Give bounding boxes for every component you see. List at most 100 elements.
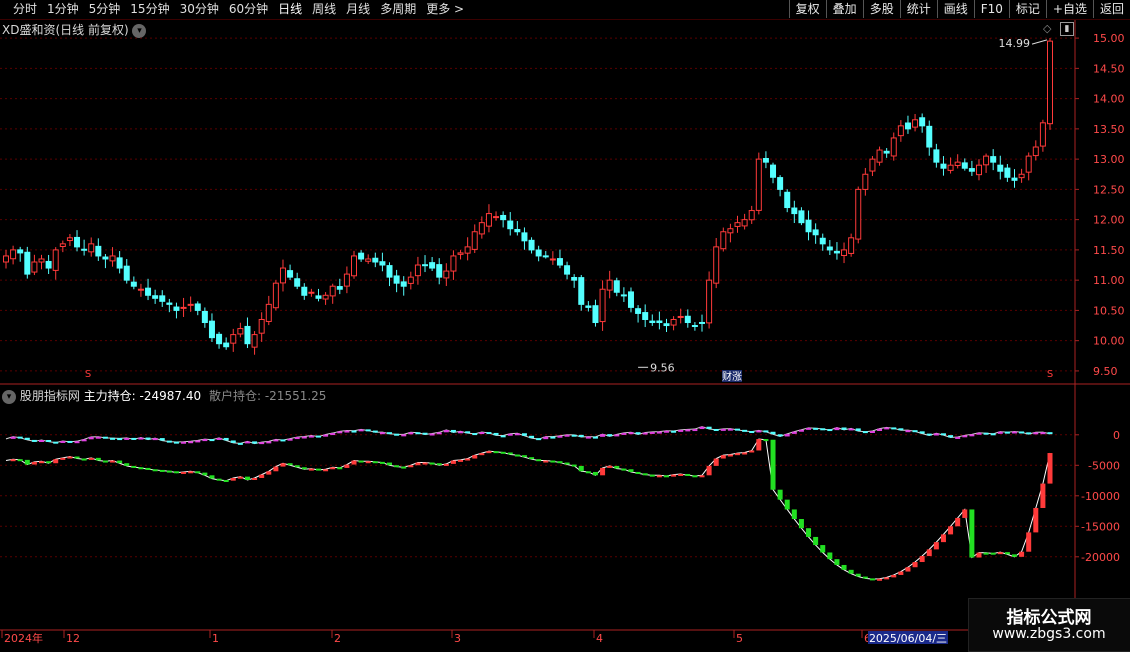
retail-bar xyxy=(742,429,748,432)
main-bar xyxy=(223,480,229,483)
candle-body xyxy=(95,245,102,257)
action-button[interactable]: 复权 xyxy=(788,0,826,18)
retail-bar xyxy=(173,441,179,444)
candle-body xyxy=(521,232,528,242)
candle-body xyxy=(24,251,31,275)
candle-body xyxy=(848,237,855,254)
candle-body xyxy=(748,210,755,221)
retail-bar xyxy=(195,440,201,443)
main-bar xyxy=(919,556,925,563)
indicator-tick-label: 0 xyxy=(1113,429,1120,442)
main-bar xyxy=(202,472,208,476)
candle-body xyxy=(315,295,322,299)
retail-bar xyxy=(997,431,1003,434)
stock-chart[interactable]: 9.50 10.00 10.50 11.00 11.50 12.00 12.50 13.00 1… xyxy=(0,20,1130,650)
retail-bar xyxy=(1011,431,1017,434)
main-bar xyxy=(429,462,435,465)
retail-bar xyxy=(578,434,584,438)
action-button[interactable]: 统计 xyxy=(899,0,937,18)
diamond-icon[interactable]: ◇ xyxy=(1043,22,1051,35)
candle-body xyxy=(549,258,556,261)
main-bar xyxy=(273,466,279,472)
action-button[interactable]: +自选 xyxy=(1045,0,1093,18)
period-tab[interactable]: 日线 xyxy=(273,2,307,17)
period-tab[interactable]: 更多 > xyxy=(421,2,469,17)
retail-bar xyxy=(74,441,80,444)
price-tick-label: 15.00 xyxy=(1093,32,1125,45)
retail-bar xyxy=(727,428,733,431)
retail-bar xyxy=(465,431,471,434)
candle-body xyxy=(904,122,911,130)
main-bar xyxy=(287,463,293,466)
retail-bar xyxy=(436,432,442,435)
period-tab[interactable]: 多周期 xyxy=(375,2,421,17)
price-tick-label: 10.50 xyxy=(1093,304,1125,317)
retail-bar xyxy=(500,435,506,438)
candle-body xyxy=(933,149,940,163)
main-bar xyxy=(536,459,542,462)
price-tick-label: 11.00 xyxy=(1093,274,1125,287)
main-bar xyxy=(649,474,655,477)
candle-body xyxy=(564,265,571,275)
retail-bar xyxy=(209,439,215,442)
candle-body xyxy=(507,220,514,230)
candle-body xyxy=(642,312,649,320)
candle-body xyxy=(677,315,684,318)
candle-body xyxy=(485,213,492,227)
retail-bar xyxy=(607,434,613,437)
candle-body xyxy=(265,303,272,322)
action-button[interactable]: 标记 xyxy=(1008,0,1046,18)
main-bar xyxy=(940,534,946,543)
retail-bar xyxy=(81,439,87,442)
main-bar xyxy=(152,469,158,472)
candle-body xyxy=(983,155,990,166)
price-tick-label: 13.50 xyxy=(1093,123,1125,136)
candle-body xyxy=(720,231,727,250)
candle-body xyxy=(152,295,159,299)
retail-bar xyxy=(912,430,918,433)
price-tick-label: 13.00 xyxy=(1093,153,1125,166)
retail-bar xyxy=(699,426,705,430)
action-button[interactable]: 叠加 xyxy=(825,0,863,18)
period-tab[interactable]: 1分钟 xyxy=(42,2,84,17)
s-marker: S xyxy=(85,369,91,380)
main-bar xyxy=(642,473,648,476)
candle-body xyxy=(919,117,926,127)
panel-toggle-icon[interactable]: ▮ xyxy=(1060,22,1074,36)
retail-bar xyxy=(458,431,464,434)
main-bar xyxy=(706,465,712,476)
retail-bar xyxy=(102,436,108,439)
period-tab[interactable]: 5分钟 xyxy=(84,2,126,17)
period-tab[interactable]: 60分钟 xyxy=(224,2,273,17)
period-tab[interactable]: 月线 xyxy=(341,2,375,17)
retail-bar xyxy=(784,433,790,437)
period-tab[interactable]: 分时 xyxy=(8,2,42,17)
retail-bar xyxy=(600,434,606,437)
candle-body xyxy=(656,320,663,324)
retail-bar xyxy=(514,433,520,436)
main-bar xyxy=(969,509,975,558)
main-bar xyxy=(777,489,783,500)
indicator-tick-label: -10000 xyxy=(1081,490,1120,503)
retail-bar xyxy=(88,436,94,440)
candle-body xyxy=(649,320,656,324)
candle-body xyxy=(1018,173,1025,179)
retail-bar xyxy=(323,434,329,437)
candle-body xyxy=(613,280,620,293)
candle-body xyxy=(578,277,585,305)
action-button[interactable]: F10 xyxy=(973,0,1009,18)
main-bar xyxy=(543,460,549,463)
main-bar xyxy=(1011,554,1017,557)
high-arrow xyxy=(1031,39,1048,45)
action-button[interactable]: 返回 xyxy=(1092,0,1130,18)
candle-body xyxy=(450,255,457,272)
retail-bar xyxy=(188,441,194,444)
action-button[interactable]: 画线 xyxy=(936,0,974,18)
period-tab[interactable]: 15分钟 xyxy=(125,2,174,17)
period-tab[interactable]: 30分钟 xyxy=(175,2,224,17)
period-tab[interactable]: 周线 xyxy=(307,2,341,17)
candle-body xyxy=(137,288,144,291)
candle-body xyxy=(123,265,130,281)
candle-body xyxy=(798,210,805,224)
action-button[interactable]: 多股 xyxy=(862,0,900,18)
